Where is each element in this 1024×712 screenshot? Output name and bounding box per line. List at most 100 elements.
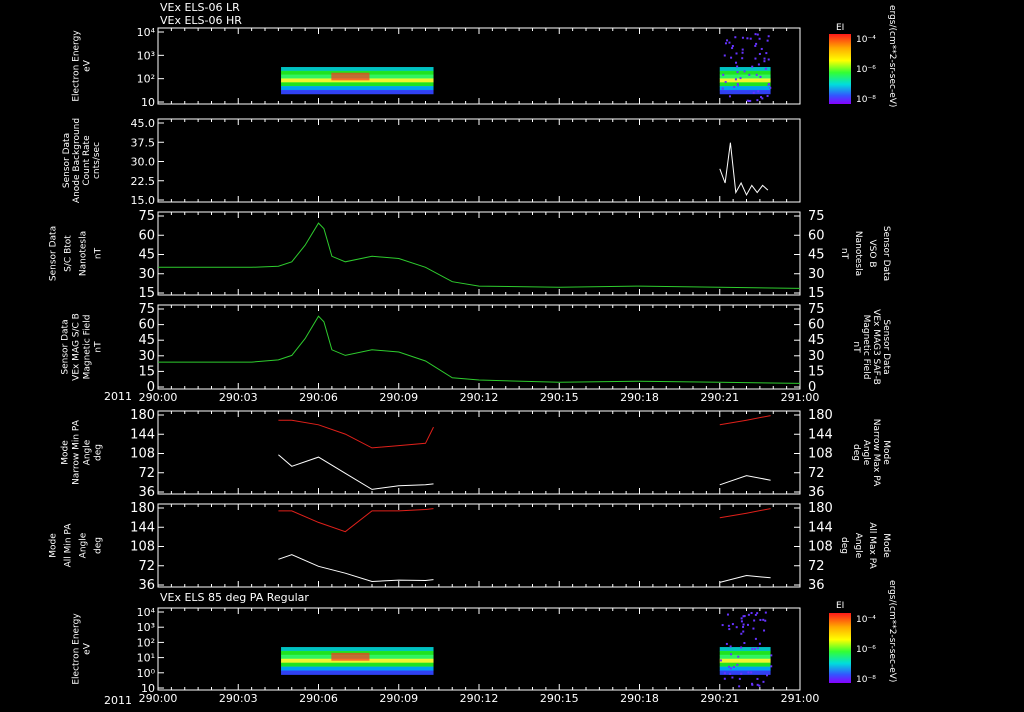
heatmap-speckle (760, 96, 762, 98)
heatmap-speckle (767, 84, 769, 86)
heatmap-speckle (755, 33, 757, 35)
heatmap-speckle (741, 57, 743, 59)
heatmap-speckle (756, 612, 758, 614)
heatmap-speckle (754, 648, 756, 650)
heatmap-speckle (756, 74, 758, 76)
heatmap-speckle (737, 71, 739, 73)
y-tick-label-right-p3: 60 (808, 228, 825, 243)
heatmap-speckle (728, 42, 730, 44)
heatmap-speckle (740, 633, 742, 635)
heatmap-band (720, 655, 771, 659)
heatmap-speckle (734, 36, 736, 38)
heatmap-band (281, 670, 433, 674)
colorbar-units-top: ergs/(cm**2-sr-sec-eV) (887, 5, 897, 107)
y-tick-label-p4: 30 (138, 349, 155, 364)
y-tick-label-p3: 75 (138, 209, 155, 224)
heatmap-speckle (754, 45, 756, 47)
y-tick-label-right-p4: 15 (808, 364, 825, 379)
y-tick-label-p6: 72 (138, 559, 155, 574)
heatmap-speckle (720, 659, 722, 661)
x-tick-label: 290:09 (379, 692, 418, 705)
x-tick-label: 290:06 (299, 692, 338, 705)
y-tick-label-p1: 10⁴ (137, 26, 156, 39)
heatmap-speckle (724, 672, 726, 674)
heatmap-speckle (742, 49, 744, 51)
y-tick-label-p3: 60 (138, 228, 155, 243)
y-tick-label-p2: 37.5 (131, 136, 156, 149)
heatmap-band (720, 663, 771, 667)
heatmap-speckle (756, 678, 758, 680)
year-label-bottom: 2011 (104, 694, 132, 707)
heatmap-speckle (744, 70, 746, 72)
y-axis-label-p2: cnts/sec (92, 142, 102, 179)
y-axis-label-p4: VEx MAG S/C B (72, 313, 82, 381)
y-tick-label-right-p6: 180 (808, 501, 833, 516)
y-tick-label-right-p5: 108 (808, 447, 833, 462)
heatmap-band (720, 82, 771, 86)
heatmap-speckle (747, 100, 749, 102)
x-tick-label: 290:00 (139, 692, 178, 705)
heatmap-speckle (758, 63, 760, 65)
y-tick-label-right-p5: 144 (808, 427, 833, 442)
heatmap-speckle (726, 39, 728, 41)
y-tick-label-p1: 10² (137, 73, 155, 86)
right-axis-label-p6: Angle (853, 533, 863, 559)
heatmap-speckle (747, 624, 749, 626)
heatmap-speckle (732, 623, 734, 625)
y-axis-label-p4: nT (94, 341, 104, 353)
y-tick-label-p7: 10¹ (137, 652, 155, 665)
heatmap-band (720, 75, 771, 79)
y-tick-label-p6: 36 (138, 578, 155, 593)
heatmap-speckle (768, 58, 770, 60)
heatmap-hot (331, 653, 369, 661)
heatmap-speckle (743, 624, 745, 626)
y-tick-label-right-p5: 36 (808, 485, 825, 500)
heatmap-speckle (759, 76, 761, 78)
heatmap-speckle (740, 77, 742, 79)
y-tick-label-p2: 45.0 (131, 117, 156, 130)
heatmap-speckle (764, 620, 766, 622)
right-axis-label-p3: Nanotesla (853, 231, 863, 276)
heatmap-speckle (757, 684, 759, 686)
y-tick-label-p1: 10³ (137, 49, 155, 62)
y-tick-label-p5: 72 (138, 466, 155, 481)
colorbar-bottom-tick-1: 10⁻⁴ (856, 615, 876, 625)
heatmap-speckle (724, 678, 726, 680)
heatmap-speckle (739, 678, 741, 680)
heatmap-speckle (751, 648, 753, 650)
right-axis-label-p5: Mode (881, 440, 891, 465)
y-axis-label-p2: Anode Background (72, 118, 82, 203)
y-tick-label-p7: 10⁴ (137, 606, 156, 619)
heatmap-speckle (740, 673, 742, 675)
y-tick-label-p2: 15.0 (131, 194, 156, 207)
right-axis-label-p4: nT (851, 341, 861, 353)
heatmap-hot (331, 73, 369, 81)
x-tick-label: 290:12 (460, 692, 499, 705)
right-axis-label-p5: Narrow Max PA (871, 419, 881, 487)
y-tick-label-right-p3: 45 (808, 248, 825, 263)
heatmap-band (720, 651, 771, 655)
y-tick-label-right-p4: 75 (808, 302, 825, 317)
heatmap-speckle (758, 685, 760, 687)
y-tick-label-p6: 108 (130, 540, 155, 555)
right-axis-label-p6: deg (839, 537, 849, 554)
x-tick-label: 290:18 (620, 391, 659, 404)
y-tick-label-p1: 10 (141, 96, 155, 109)
heatmap-speckle (759, 619, 761, 621)
heatmap-band (281, 67, 433, 71)
y-axis-label-p3: Nanotesla (79, 231, 89, 276)
y-tick-label-right-p6: 144 (808, 520, 833, 535)
heatmap-band (281, 663, 433, 667)
x-tick-label: 290:09 (379, 391, 418, 404)
y-tick-label-p4: 45 (138, 333, 155, 348)
heatmap-speckle (722, 88, 724, 90)
y-tick-label-p3: 15 (138, 286, 155, 301)
heatmap-speckle (765, 68, 767, 70)
y-tick-label-p6: 144 (130, 520, 155, 535)
x-tick-label: 290:00 (139, 391, 178, 404)
title-bottom: VEx ELS 85 deg PA Regular (160, 591, 309, 604)
y-tick-label-p7: 10⁰ (137, 667, 156, 680)
heatmap-band (281, 647, 433, 651)
y-tick-label-right-p3: 15 (808, 286, 825, 301)
plot-stage: VEx ELS-06 LR VEx ELS-06 HR VEx ELS 85 d… (0, 0, 1024, 708)
